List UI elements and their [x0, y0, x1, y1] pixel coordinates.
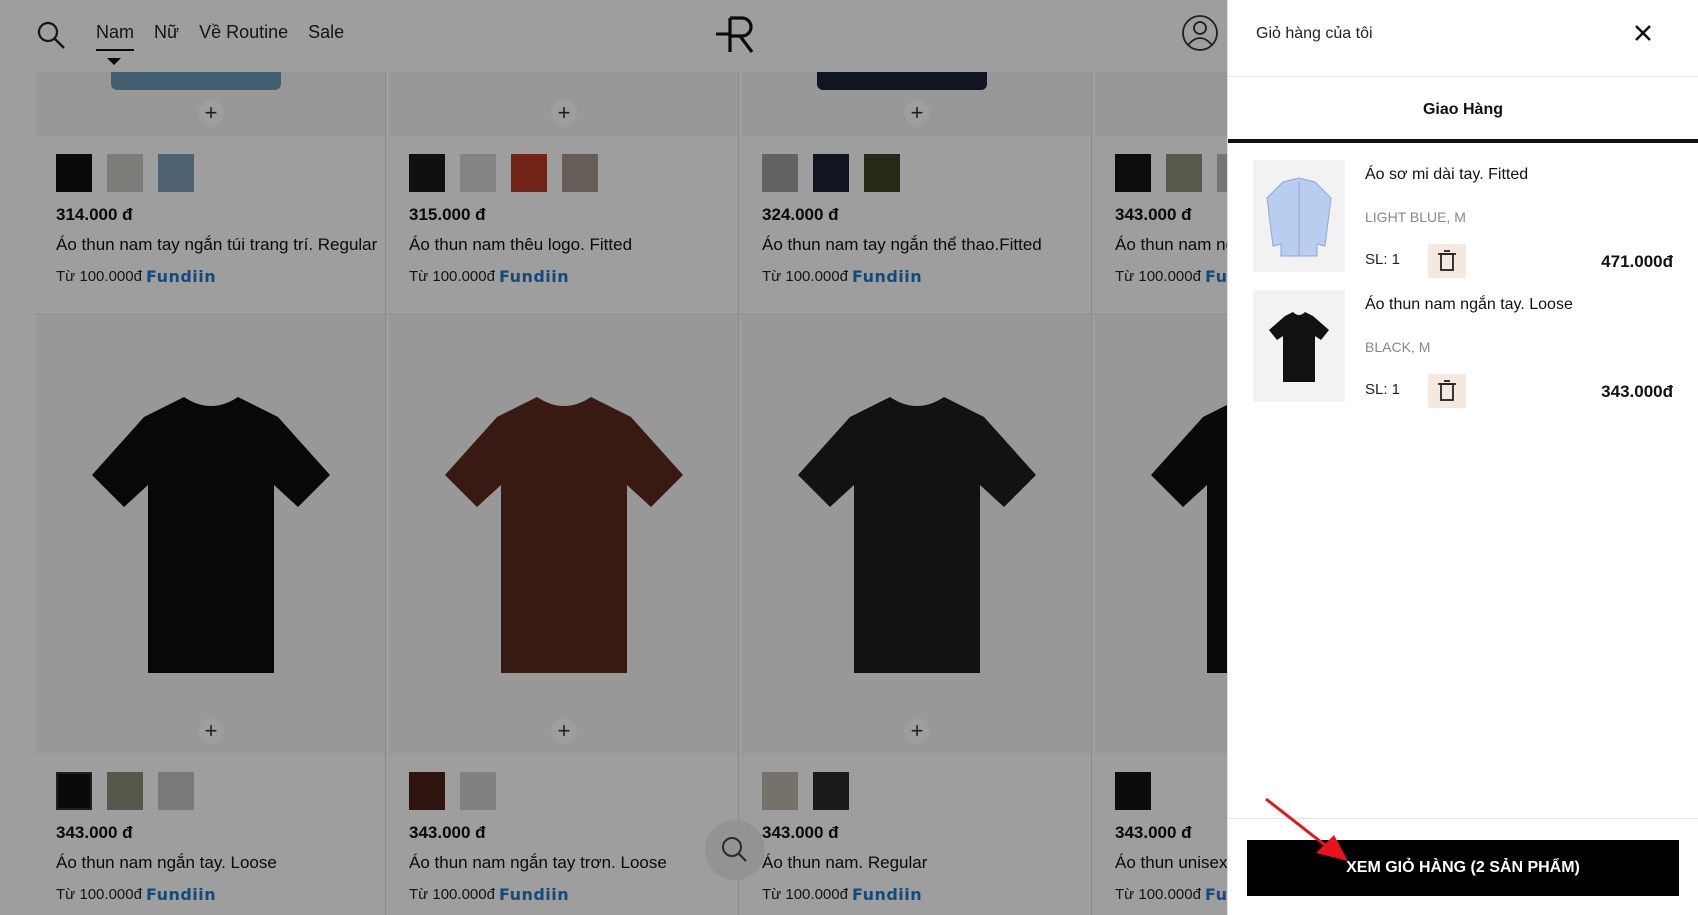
tab-active-indicator: [1228, 139, 1698, 143]
cart-title: Giỏ hàng của tôi: [1256, 25, 1373, 42]
cart-drawer: Giỏ hàng của tôi Giao Hàng Áo sơ mi dài …: [1227, 0, 1698, 915]
red-arrow-annotation: [1265, 797, 1348, 861]
cart-item-quantity: SL: 1: [1365, 251, 1401, 268]
trash-icon[interactable]: [1428, 374, 1466, 408]
cart-item: Áo thun nam ngắn tay. Loose BLACK, M SL:…: [1253, 290, 1673, 408]
trash-icon[interactable]: [1428, 244, 1466, 278]
close-icon[interactable]: [1628, 18, 1658, 48]
cart-item-thumbnail[interactable]: [1253, 290, 1345, 402]
cart-item-price: 343.000đ: [1601, 382, 1673, 401]
cart-item-name[interactable]: Áo sơ mi dài tay. Fitted: [1365, 166, 1528, 184]
tab-delivery[interactable]: Giao Hàng: [1228, 77, 1698, 143]
cart-item-name[interactable]: Áo thun nam ngắn tay. Loose: [1365, 296, 1573, 314]
cart-item-price: 471.000đ: [1601, 252, 1673, 271]
cart-item-variant: LIGHT BLUE, M: [1365, 209, 1466, 225]
cart-item: Áo sơ mi dài tay. Fitted LIGHT BLUE, M S…: [1253, 160, 1673, 278]
page-dim-overlay[interactable]: [0, 0, 1227, 915]
cart-item-variant: BLACK, M: [1365, 339, 1431, 355]
cart-item-quantity: SL: 1: [1365, 381, 1401, 398]
cart-item-thumbnail[interactable]: [1253, 160, 1345, 272]
